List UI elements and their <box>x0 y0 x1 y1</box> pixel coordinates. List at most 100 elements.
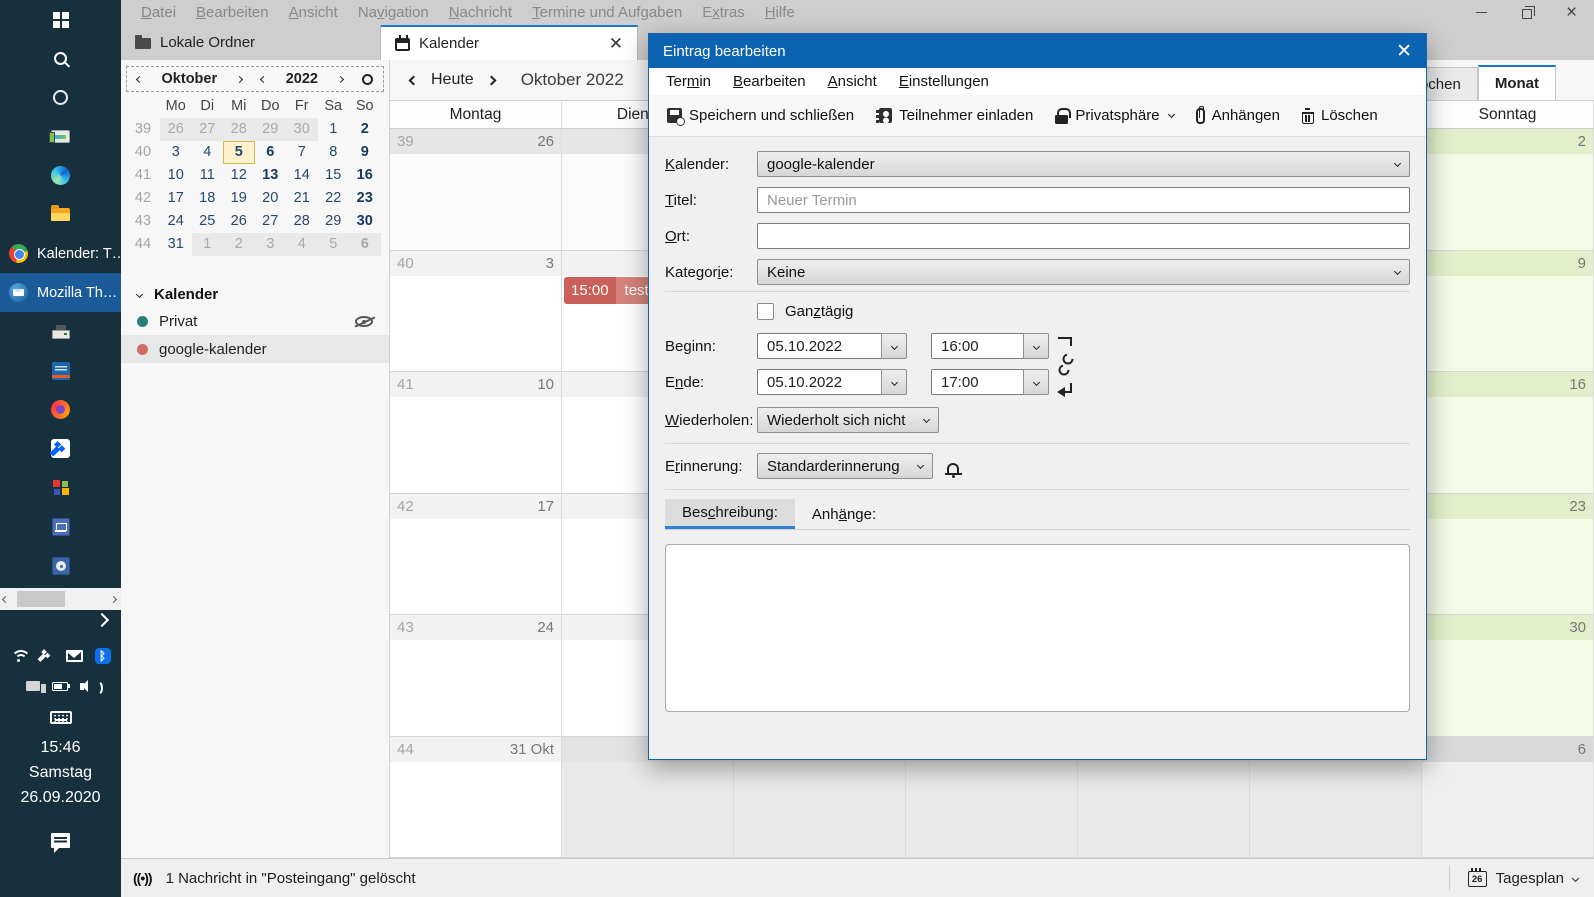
taskbar-item-search[interactable] <box>0 39 121 78</box>
dialog-close-icon[interactable]: ✕ <box>1396 40 1412 63</box>
dialog-menu-ansicht[interactable]: Ansicht <box>817 73 888 90</box>
minical-day[interactable]: 20 <box>255 187 287 210</box>
next-period-icon[interactable] <box>486 75 496 85</box>
toolbar-save-button[interactable]: Speichern und schließen <box>657 99 864 133</box>
menu-termine-und-aufgaben[interactable]: Termine und Aufgaben <box>522 4 692 21</box>
minical-day[interactable]: 5 <box>318 233 350 256</box>
taskbar-item-start[interactable] <box>0 0 121 39</box>
speaker-icon[interactable] <box>80 683 84 690</box>
minical-day[interactable]: 14 <box>286 164 318 187</box>
day-cell[interactable]: 3926 <box>390 129 562 250</box>
title-input[interactable]: Neuer Termin <box>757 187 1410 213</box>
restore-button[interactable] <box>1504 0 1549 25</box>
taskbar-item-thunderbird[interactable]: Mozilla Th… <box>0 273 121 312</box>
minical-day[interactable]: 3 <box>160 141 192 164</box>
start-time-dropdown-button[interactable] <box>1023 333 1049 359</box>
toolbar-trash-button[interactable]: Löschen <box>1292 99 1388 133</box>
tray-expand-button[interactable] <box>97 612 107 629</box>
minical-day[interactable]: 29 <box>255 118 287 141</box>
day-cell[interactable]: 403 <box>390 251 562 372</box>
dayplan-toggle[interactable]: 26 Tagesplan <box>1449 865 1594 891</box>
day-cell[interactable]: 4324 <box>390 615 562 736</box>
minical-day[interactable]: 28 <box>223 118 255 141</box>
minical-day[interactable]: 25 <box>192 210 224 233</box>
menu-extras[interactable]: Extras <box>692 4 755 21</box>
taskbar-item-chrome[interactable]: Kalender: T… <box>0 234 121 273</box>
tab-anhaenge[interactable]: Anhänge: <box>795 499 893 529</box>
battery-icon[interactable] <box>52 682 68 691</box>
day-cell[interactable]: 9 <box>1422 251 1594 372</box>
calendar-list-header[interactable]: Kalender <box>137 286 389 303</box>
calendar-select[interactable]: google-kalender <box>757 151 1410 177</box>
end-time-dropdown-button[interactable] <box>1023 369 1049 395</box>
today-button-icon[interactable] <box>362 74 373 85</box>
day-cell[interactable]: 23 <box>1422 494 1594 615</box>
taskbar-item-disc-app[interactable] <box>0 546 121 585</box>
eye-slash-icon[interactable] <box>355 316 373 327</box>
dropbox-tray-icon[interactable] <box>39 649 54 663</box>
minical-day[interactable]: 26 <box>223 210 255 233</box>
bluetooth-icon[interactable] <box>95 648 111 664</box>
minical-day[interactable]: 4 <box>192 141 224 164</box>
action-center-button[interactable] <box>0 833 121 848</box>
mini-calendar-year[interactable]: 2022 <box>286 71 318 87</box>
keyboard-icon[interactable] <box>50 711 72 724</box>
end-date-dropdown-button[interactable] <box>881 369 907 395</box>
start-date-combo[interactable]: 05.10.2022 <box>757 333 907 359</box>
minical-day[interactable]: 15 <box>318 164 350 187</box>
minical-day[interactable]: 4 <box>286 233 318 256</box>
day-cell[interactable]: 6 <box>1422 737 1594 858</box>
view-tab-monat[interactable]: Monat <box>1478 65 1556 100</box>
minical-day[interactable]: 2 <box>349 118 381 141</box>
minical-day[interactable]: 27 <box>192 118 224 141</box>
minical-day[interactable]: 29 <box>318 210 350 233</box>
allday-checkbox[interactable] <box>757 303 774 320</box>
toolbar-lock-button[interactable]: Privatsphäre <box>1045 99 1183 133</box>
day-cell[interactable]: 4110 <box>390 372 562 493</box>
day-cell[interactable]: 4431 Okt <box>390 737 562 858</box>
day-cell[interactable]: 30 <box>1422 615 1594 736</box>
end-date-combo[interactable]: 05.10.2022 <box>757 369 907 395</box>
minical-day[interactable]: 30 <box>286 118 318 141</box>
taskbar-item-dropbox[interactable] <box>0 429 121 468</box>
menu-hilfe[interactable]: Hilfe <box>755 4 805 21</box>
menu-bearbeiten[interactable]: Bearbeiten <box>186 4 279 21</box>
description-textarea[interactable] <box>665 544 1410 712</box>
minical-day[interactable]: 28 <box>286 210 318 233</box>
minical-day[interactable]: 12 <box>223 164 255 187</box>
start-time-input[interactable]: 16:00 <box>931 333 1023 359</box>
prev-period-icon[interactable] <box>409 75 419 85</box>
day-cell[interactable]: 4217 <box>390 494 562 615</box>
calendar-list-item-google-kalender[interactable]: google-kalender <box>121 335 389 363</box>
day-cell[interactable]: 16 <box>1422 372 1594 493</box>
tab-kalender[interactable]: Kalender ✕ <box>381 25 638 60</box>
dialog-titlebar[interactable]: Eintrag bearbeiten ✕ <box>649 34 1426 68</box>
minical-day[interactable]: 21 <box>286 187 318 210</box>
dialog-menu-termin[interactable]: Termin <box>655 73 722 90</box>
prev-month-icon[interactable] <box>136 75 143 82</box>
taskbar-item-firefox[interactable] <box>0 390 121 429</box>
minical-day[interactable]: 30 <box>349 210 381 233</box>
minical-day[interactable]: 1 <box>318 118 350 141</box>
minical-day[interactable]: 11 <box>192 164 224 187</box>
repeat-select[interactable]: Wiederholt sich nicht <box>757 407 939 433</box>
wifi-icon[interactable] <box>11 650 27 662</box>
menu-ansicht[interactable]: Ansicht <box>279 4 348 21</box>
today-button[interactable]: Heute <box>431 71 474 89</box>
menu-datei[interactable]: Datei <box>131 4 186 21</box>
minimize-button[interactable] <box>1459 0 1504 25</box>
dialog-menu-bearbeiten[interactable]: Bearbeiten <box>722 73 817 90</box>
taskbar-item-taskview[interactable] <box>0 117 121 156</box>
end-date-input[interactable]: 05.10.2022 <box>757 369 881 395</box>
link-start-end-icon[interactable] <box>1055 333 1079 399</box>
mini-calendar-month[interactable]: Oktober <box>162 71 218 87</box>
day-cell[interactable]: 2 <box>1422 129 1594 250</box>
minical-day[interactable]: 18 <box>192 187 224 210</box>
taskbar-item-blocks[interactable] <box>0 468 121 507</box>
minical-day[interactable]: 16 <box>349 164 381 187</box>
minical-day[interactable]: 8 <box>318 141 350 164</box>
scroll-right-icon[interactable] <box>110 595 117 602</box>
monitor-icon[interactable] <box>26 681 40 691</box>
minical-day[interactable]: 3 <box>255 233 287 256</box>
minical-day[interactable]: 9 <box>349 141 381 164</box>
